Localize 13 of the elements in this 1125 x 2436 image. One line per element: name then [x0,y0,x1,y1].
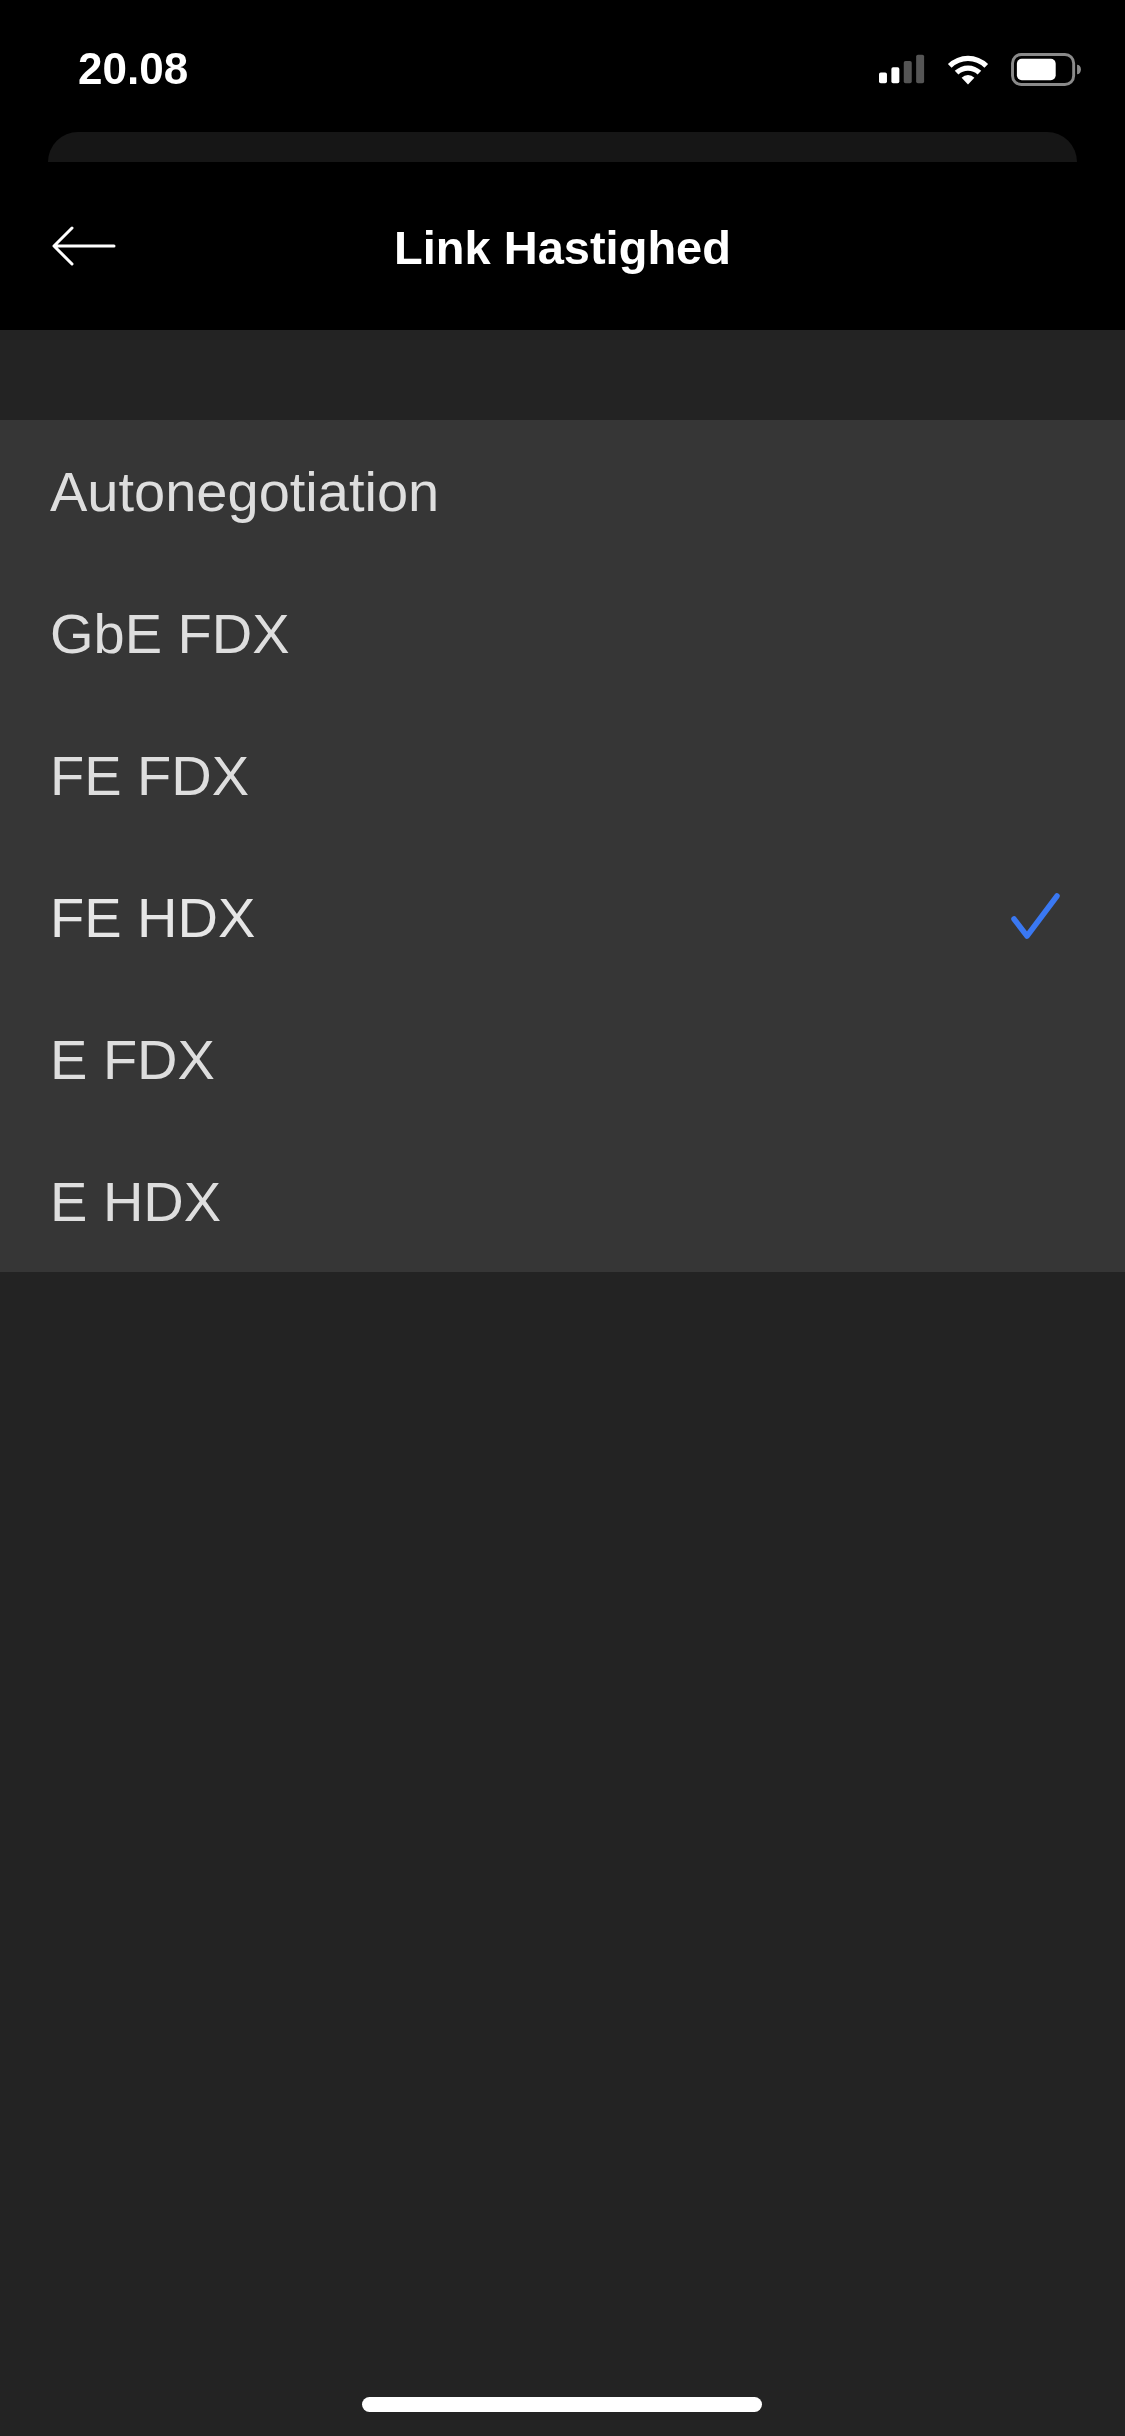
signal-icon [879,54,925,84]
option-item[interactable]: Autonegotiation [0,420,1125,562]
option-item[interactable]: E FDX [0,988,1125,1130]
option-item[interactable]: FE HDX [0,846,1125,988]
page-title: Link Hastighed [394,219,731,275]
option-item[interactable]: E HDX [0,1130,1125,1272]
option-item[interactable]: GbE FDX [0,562,1125,704]
status-time: 20.08 [78,44,189,94]
checkmark-icon [1011,892,1061,942]
wifi-icon [947,53,989,85]
back-arrow-icon[interactable] [52,226,116,266]
option-item[interactable]: FE FDX [0,704,1125,846]
battery-icon [1011,52,1081,86]
